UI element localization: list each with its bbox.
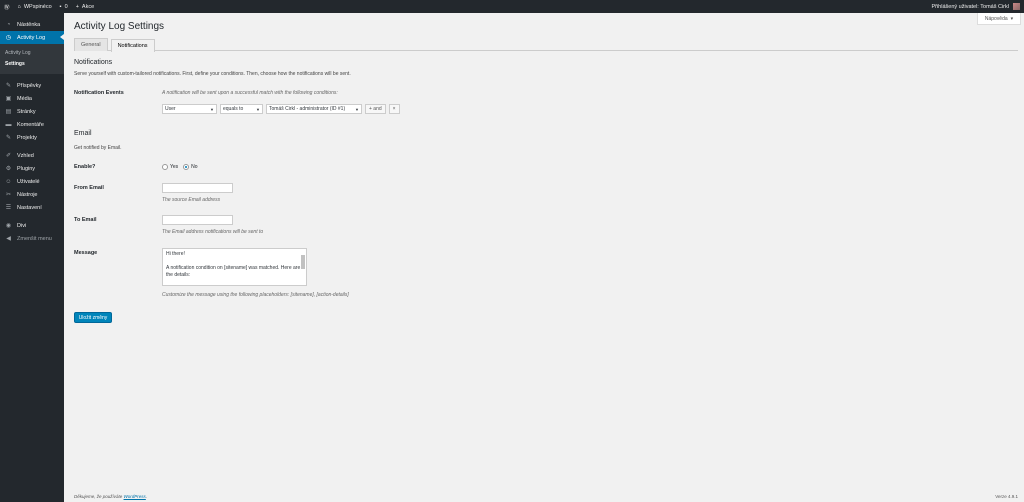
avatar [1013, 3, 1020, 10]
enable-yes-radio[interactable] [162, 164, 168, 170]
email-intro: Get notified by Email. [74, 145, 122, 151]
sidebar-item-settings[interactable]: ☰ Nastavení [0, 201, 64, 214]
tools-icon: ✂ [5, 192, 12, 198]
enable-label: Enable? [74, 164, 96, 170]
dropdown-arrow-icon: ▼ [210, 106, 214, 112]
collapse-menu-button[interactable]: ◀ Zmenšit menu [0, 232, 64, 245]
sidebar-item-projects[interactable]: ✎ Projekty [0, 131, 64, 144]
notifications-heading: Notifications [74, 59, 113, 66]
version-text: Verze 4.9.1 [995, 494, 1018, 499]
message-label: Message [74, 250, 98, 256]
to-email-label: To Email [74, 217, 97, 223]
activity-log-submenu: Activity Log Settings [0, 44, 64, 74]
message-hint: Customize the message using the followin… [162, 292, 349, 298]
sidebar-item-divi[interactable]: ◉ Divi [0, 219, 64, 232]
pages-icon: ▤ [5, 109, 12, 115]
enable-no-radio[interactable] [183, 164, 190, 170]
user-account-menu[interactable]: Přihlášený uživatel: Tomáš Cirkl [927, 0, 1024, 13]
from-email-input[interactable] [162, 183, 233, 193]
wp-logo-menu[interactable]: Ⓦ [0, 0, 14, 13]
enable-row: Enable? Yes No [74, 164, 1024, 170]
message-field-wrap: Hi there! A notification condition on [s… [162, 248, 349, 298]
wordpress-link[interactable]: WordPress [124, 494, 146, 499]
settings-icon: ☰ [5, 205, 12, 211]
notification-events-label: Notification Events [74, 90, 124, 96]
sidebar-item-plugins[interactable]: ⚙ Pluginy [0, 162, 64, 175]
notification-events-field: A notification will be sent upon a succe… [162, 90, 400, 114]
from-email-field-wrap: The source Email address [162, 183, 233, 203]
divi-icon: ◉ [5, 223, 12, 229]
tab-bar: General Notifications [74, 38, 1018, 52]
new-content-link[interactable]: + Akce [72, 0, 98, 13]
dropdown-arrow-icon: ▼ [355, 106, 359, 112]
dashboard-icon: ◔ [6, 21, 11, 28]
sidebar-item-users[interactable]: ☺ Uživatelé [0, 175, 64, 188]
tab-general[interactable]: General [74, 38, 108, 51]
sidebar-item-comments[interactable]: ▬ Komentáře [0, 118, 64, 131]
comments-link[interactable]: ▪ 0 [56, 0, 72, 13]
tab-notifications[interactable]: Notifications [110, 39, 155, 52]
activity-log-icon: ◷ [5, 35, 12, 41]
to-email-row: To Email The Email address notifications… [74, 215, 1024, 235]
condition-field-select[interactable]: User ▼ [162, 104, 217, 114]
email-heading: Email [74, 130, 92, 137]
enable-radio-group: Yes No [162, 164, 198, 170]
save-changes-button[interactable]: Uložit změny [74, 312, 112, 323]
submenu-item-activity-log[interactable]: Activity Log [0, 48, 64, 59]
remove-condition-button[interactable]: × [388, 104, 400, 114]
wordpress-icon: Ⓦ [4, 4, 10, 11]
from-email-hint: The source Email address [162, 197, 221, 203]
chevron-down-icon: ▾ [1010, 15, 1014, 22]
users-icon: ☺ [5, 178, 12, 185]
footer: Děkujeme, že používáte WordPress. Verze … [74, 494, 1018, 499]
from-email-row: From Email The source Email address [74, 183, 1024, 203]
message-textarea[interactable]: Hi there! A notification condition on [s… [162, 248, 307, 286]
main-content: Nápověda ▾ Activity Log Settings General … [74, 13, 1024, 502]
help-tab-button[interactable]: Nápověda ▾ [977, 13, 1021, 25]
admin-bar: Ⓦ ⌂ WPspinéco ▪ 0 + Akce Přihlášený uživate… [0, 0, 1024, 13]
condition-operator-select[interactable]: equals to ▼ [220, 104, 263, 114]
plugins-icon: ⚙ [5, 166, 12, 172]
collapse-icon: ◀ [6, 236, 11, 242]
textarea-scrollbar[interactable] [301, 255, 305, 269]
plus-icon: + [75, 3, 79, 10]
sidebar-item-media[interactable]: ▣ Média [0, 92, 64, 105]
notification-events-row: Notification Events A notification will … [74, 90, 1024, 114]
footer-thanks: Děkujeme, že používáte WordPress. [74, 494, 148, 499]
comments-icon: ▬ [5, 121, 12, 128]
sidebar-item-appearance[interactable]: ✐ Vzhled [0, 149, 64, 162]
to-email-input[interactable] [162, 215, 233, 225]
to-email-hint: The Email address notifications will be … [162, 229, 264, 235]
appearance-icon: ✐ [5, 153, 12, 159]
site-name-link[interactable]: ⌂ WPspinéco [14, 0, 56, 13]
message-row: Message Hi there! A notification conditi… [74, 248, 1024, 298]
pin-icon: ✎ [5, 83, 12, 89]
notification-events-hint: A notification will be sent upon a succe… [162, 90, 338, 96]
sidebar-item-pages[interactable]: ▤ Stránky [0, 105, 64, 118]
page-title: Activity Log Settings [74, 21, 165, 32]
comment-icon: ▪ [59, 3, 62, 10]
condition-row: User ▼ equals to ▼ Tomáš Cirkl - administr… [162, 104, 400, 114]
submenu-item-settings[interactable]: Settings [0, 59, 64, 70]
from-email-label: From Email [74, 185, 104, 191]
sidebar-item-tools[interactable]: ✂ Nástroje [0, 188, 64, 201]
dropdown-arrow-icon: ▼ [256, 106, 260, 112]
notifications-intro: Serve yourself with custom-tailored noti… [74, 71, 351, 77]
media-icon: ▣ [5, 96, 12, 102]
condition-value-select[interactable]: Tomáš Cirkl - administrator (ID #1) ▼ [266, 104, 362, 114]
to-email-field-wrap: The Email address notifications will be … [162, 215, 263, 235]
admin-sidebar: ◔ Nástěnka ◷ Activity Log Activity Log Set… [0, 13, 64, 502]
pin-icon: ✎ [5, 135, 12, 141]
sidebar-item-posts[interactable]: ✎ Příspěvky [0, 79, 64, 92]
add-and-condition-button[interactable]: + and [365, 104, 386, 114]
home-icon: ⌂ [17, 3, 21, 10]
sidebar-item-dashboard[interactable]: ◔ Nástěnka [0, 18, 64, 31]
sidebar-item-activity-log[interactable]: ◷ Activity Log [0, 31, 64, 44]
